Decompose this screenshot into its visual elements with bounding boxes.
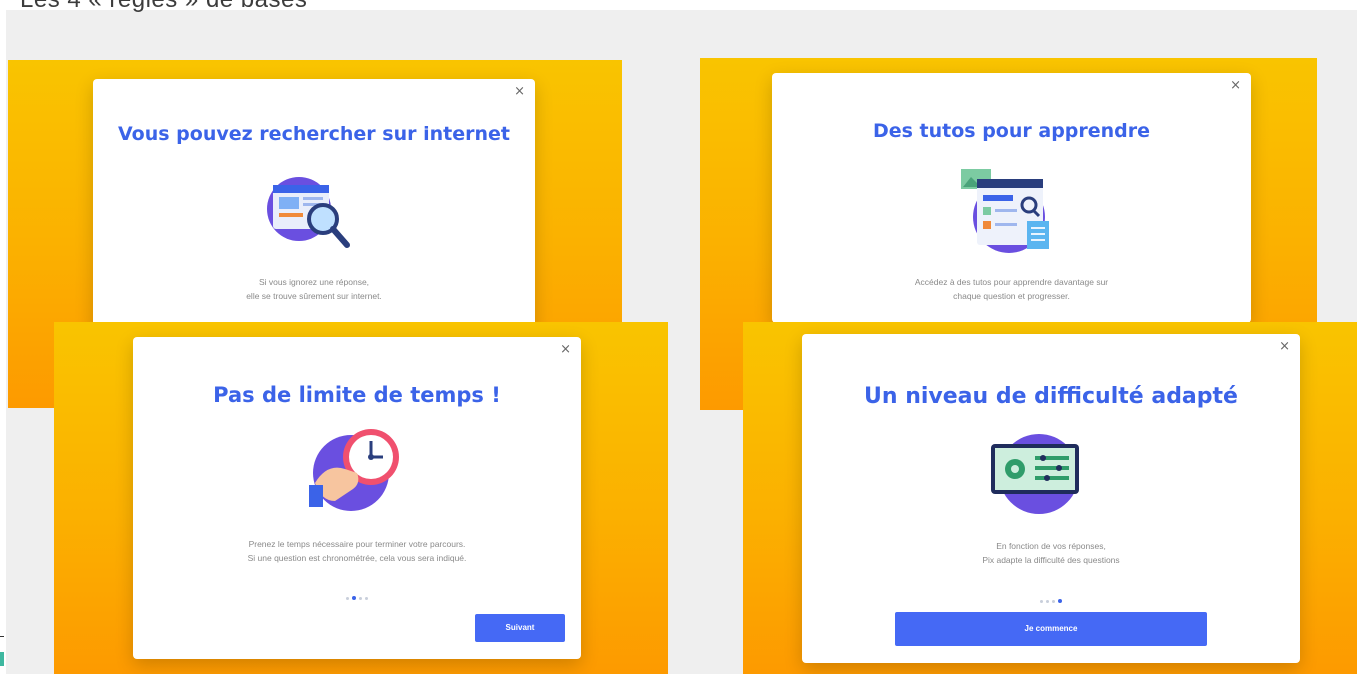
settings-screen-icon bbox=[991, 434, 1079, 514]
card-description-line: Prenez le temps nécessaire pour terminer… bbox=[248, 539, 466, 549]
card-title: Pas de limite de temps ! bbox=[213, 383, 501, 407]
pagination-dot[interactable] bbox=[1040, 600, 1043, 603]
card-description-line: chaque question et progresser. bbox=[953, 291, 1070, 301]
pagination-dot[interactable] bbox=[1052, 600, 1055, 603]
card-title: Vous pouvez rechercher sur internet bbox=[118, 123, 510, 145]
page-title: Les 4 « règles » de bases bbox=[20, 0, 307, 14]
card-description-line: En fonction de vos réponses, bbox=[996, 541, 1106, 551]
pagination-dot-active[interactable] bbox=[1058, 599, 1062, 603]
pagination-dot[interactable] bbox=[365, 597, 368, 600]
card-description: Accédez à des tutos pour apprendre davan… bbox=[772, 275, 1251, 303]
card-search-internet: × Vous pouvez rechercher sur internet Si… bbox=[93, 79, 535, 331]
card-title: Des tutos pour apprendre bbox=[872, 120, 1151, 142]
close-icon[interactable]: × bbox=[514, 85, 525, 98]
pagination-dots bbox=[133, 596, 581, 600]
close-icon[interactable]: × bbox=[1230, 79, 1241, 92]
pagination-dot[interactable] bbox=[359, 597, 362, 600]
clock-icon bbox=[309, 429, 399, 511]
close-icon[interactable]: × bbox=[1279, 340, 1290, 353]
pagination-dot[interactable] bbox=[346, 597, 349, 600]
card-title: Un niveau de difficulté adapté bbox=[864, 384, 1238, 409]
corner-marker bbox=[0, 652, 4, 666]
pagination-dot-active[interactable] bbox=[352, 596, 356, 600]
magnifier-icon bbox=[267, 177, 350, 248]
card-description-line: elle se trouve sûrement sur internet. bbox=[246, 291, 382, 301]
pagination-dots bbox=[802, 599, 1300, 603]
card-description-line: Si une question est chronométrée, cela v… bbox=[247, 553, 467, 563]
card-description: Si vous ignorez une réponse, elle se tro… bbox=[93, 275, 535, 303]
card-tutorials: × Des tutos pour apprendre Accédez à des… bbox=[772, 73, 1251, 323]
card-description: En fonction de vos réponses, Pix adapte … bbox=[802, 539, 1300, 567]
pagination-dot[interactable] bbox=[1046, 600, 1049, 603]
card-description-line: Accédez à des tutos pour apprendre davan… bbox=[914, 277, 1109, 287]
card-adaptive-difficulty: × Un niveau de difficulté adapté En fonc… bbox=[802, 334, 1300, 663]
next-button[interactable]: Suivant bbox=[475, 614, 565, 642]
divider bbox=[0, 636, 4, 637]
close-icon[interactable]: × bbox=[560, 343, 571, 356]
start-button[interactable]: Je commence bbox=[895, 612, 1207, 646]
card-no-time-limit: × Pas de limite de temps ! Prenez le tem… bbox=[133, 337, 581, 659]
card-description-line: Pix adapte la difficulté des questions bbox=[982, 555, 1120, 565]
card-description: Prenez le temps nécessaire pour terminer… bbox=[133, 537, 581, 565]
card-description-line: Si vous ignorez une réponse, bbox=[258, 277, 370, 287]
tutorial-page-icon bbox=[961, 169, 1049, 253]
